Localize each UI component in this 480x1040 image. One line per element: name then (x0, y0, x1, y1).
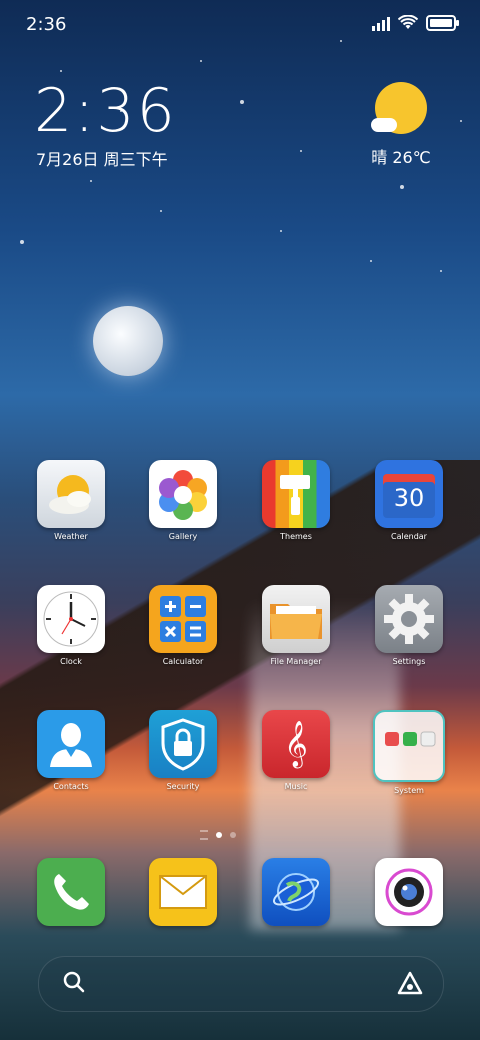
app-label: Security (166, 782, 200, 791)
app-calculator[interactable]: Calculator (133, 585, 233, 666)
status-bar: 2:36 (0, 0, 480, 50)
app-label: Settings (392, 657, 426, 666)
app-settings[interactable]: Settings (359, 585, 459, 666)
dock-browser[interactable] (246, 858, 346, 926)
hamburger-icon (200, 830, 208, 840)
weather-icon (37, 460, 105, 528)
mail-icon (149, 858, 217, 926)
app-themes[interactable]: Themes (246, 460, 346, 541)
weather-widget[interactable]: 晴 26℃ (356, 82, 446, 168)
contacts-icon (37, 710, 105, 778)
app-music[interactable]: 𝄞 Music (246, 710, 346, 791)
dock-camera[interactable] (359, 858, 459, 926)
app-folder-system[interactable]: System (359, 710, 459, 795)
search-bar[interactable] (38, 956, 444, 1012)
app-weather[interactable]: Weather (21, 460, 121, 541)
dock-phone[interactable] (21, 858, 121, 926)
clock-widget-time[interactable]: 2:36 (34, 76, 177, 146)
themes-icon (262, 460, 330, 528)
folder-icon (373, 710, 445, 782)
search-icon[interactable] (63, 971, 85, 993)
app-label: Clock (60, 657, 82, 666)
signal-icon (372, 15, 390, 31)
phone-icon (37, 858, 105, 926)
app-label: File Manager (270, 657, 322, 666)
globe-icon (262, 858, 330, 926)
status-icons (372, 15, 459, 31)
battery-icon (426, 15, 459, 31)
app-calendar[interactable]: 30 Calendar (359, 460, 459, 541)
clock-widget-date: 7月26日 周三下午 (36, 150, 168, 169)
page-indicator (200, 830, 236, 840)
app-file-manager[interactable]: File Manager (246, 585, 346, 666)
calendar-icon: 30 (375, 460, 443, 528)
weather-widget-text: 晴 26℃ (371, 148, 431, 167)
dock-messages[interactable] (133, 858, 233, 926)
app-contacts[interactable]: Contacts (21, 710, 121, 791)
music-icon: 𝄞 (262, 710, 330, 778)
folder-icon (262, 585, 330, 653)
app-label: Calendar (391, 532, 427, 541)
app-label: Music (284, 782, 308, 791)
shield-lock-icon (149, 710, 217, 778)
gear-icon (375, 585, 443, 653)
calendar-day: 30 (393, 484, 425, 512)
app-label: System (394, 786, 424, 795)
app-label: Themes (280, 532, 312, 541)
app-label: Weather (54, 532, 88, 541)
app-gallery[interactable]: Gallery (133, 460, 233, 541)
app-clock[interactable]: Clock (21, 585, 121, 666)
clock-icon (37, 585, 105, 653)
sunny-icon (371, 82, 427, 134)
app-label: Contacts (53, 782, 89, 791)
gallery-icon (149, 460, 217, 528)
app-label: Calculator (162, 657, 204, 666)
camera-icon (375, 858, 443, 926)
page-dot-2[interactable] (230, 832, 236, 838)
status-time: 2:36 (26, 14, 67, 35)
page-dot-1[interactable] (216, 832, 222, 838)
calculator-icon (149, 585, 217, 653)
assistant-icon[interactable] (397, 971, 423, 995)
app-label: Gallery (168, 532, 198, 541)
moon (93, 306, 163, 376)
app-security[interactable]: Security (133, 710, 233, 791)
wifi-icon (398, 15, 418, 29)
